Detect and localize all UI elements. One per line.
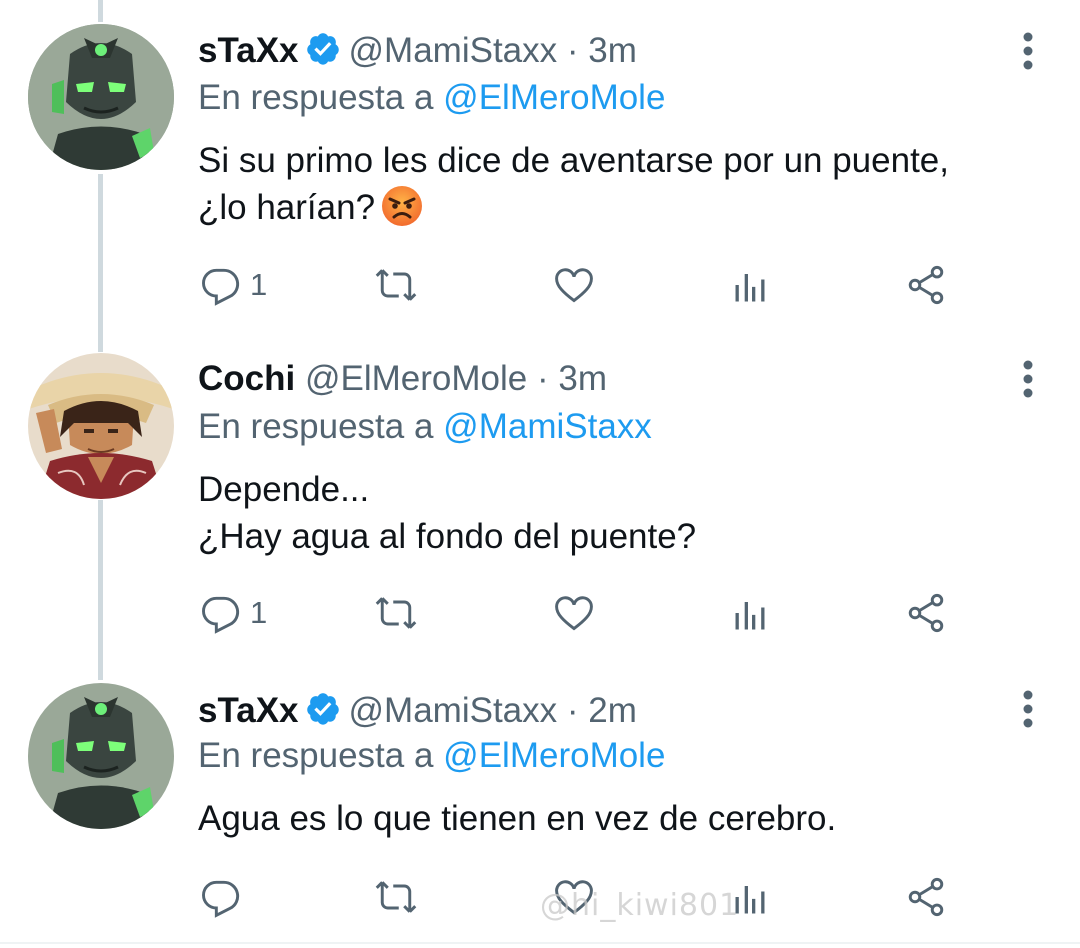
share-icon — [908, 593, 944, 633]
avatar-image — [28, 353, 174, 499]
more-options-icon[interactable] — [1020, 31, 1036, 71]
avatar[interactable] — [28, 353, 174, 499]
share-button[interactable] — [904, 872, 948, 922]
watermark-text: @hi_kiwi801 — [540, 888, 740, 923]
reply-mention-link[interactable]: @MamiStaxx — [443, 407, 652, 446]
angry-face-emoji-icon — [382, 186, 423, 226]
avatar-image — [28, 24, 174, 170]
more-options-icon[interactable] — [1020, 359, 1036, 399]
tweet-actions: 1 — [198, 260, 998, 310]
reply-icon — [202, 596, 240, 634]
retweet-icon — [375, 881, 417, 913]
avatar[interactable] — [28, 24, 174, 170]
reply-prefix: En respuesta a — [198, 736, 434, 775]
reply-prefix: En respuesta a — [198, 78, 434, 117]
reply-prefix: En respuesta a — [198, 407, 434, 446]
tweet-actions: 1 — [198, 588, 998, 638]
reply-mention-link[interactable]: @ElMeroMole — [443, 736, 665, 775]
thread-line — [98, 500, 103, 680]
reply-button[interactable]: 1 — [198, 260, 267, 310]
user-handle[interactable]: @MamiStaxx — [349, 31, 558, 70]
tweet-text-line: Agua es lo que tienen en vez de cerebro. — [198, 799, 837, 838]
share-icon — [908, 877, 944, 917]
heart-icon — [555, 268, 593, 303]
tweet-header: sTaXx @MamiStaxx · 2m — [198, 691, 637, 731]
verified-badge-icon — [306, 693, 339, 725]
reply-count: 1 — [250, 267, 268, 302]
share-icon — [908, 265, 944, 305]
reply-context: En respuesta a @ElMeroMole — [198, 78, 665, 118]
tweet-text: Depende... ¿Hay agua al fondo del puente… — [198, 466, 1058, 560]
tweet-text-line: Depende... — [198, 470, 370, 509]
analytics-icon — [735, 602, 765, 630]
share-button[interactable] — [904, 588, 948, 638]
tweet-header: Cochi @ElMeroMole · 3m — [198, 359, 607, 399]
tweet-header: sTaXx @MamiStaxx · 3m — [198, 31, 637, 71]
reply-button[interactable]: 1 — [198, 588, 267, 638]
reply-context: En respuesta a @ElMeroMole — [198, 736, 665, 776]
timestamp[interactable]: 3m — [588, 31, 637, 70]
analytics-button[interactable] — [728, 588, 772, 638]
more-options-icon[interactable] — [1020, 689, 1036, 729]
tweet-text: Si su primo les dice de aventarse por un… — [198, 137, 1058, 231]
avatar-image — [28, 683, 174, 829]
retweet-icon — [375, 269, 417, 301]
user-handle[interactable]: @MamiStaxx — [349, 691, 558, 730]
timestamp[interactable]: 2m — [588, 691, 637, 730]
timestamp[interactable]: 3m — [558, 359, 607, 398]
avatar[interactable] — [28, 683, 174, 829]
separator-dot: · — [566, 31, 579, 70]
retweet-button[interactable] — [374, 588, 418, 638]
analytics-icon — [735, 274, 765, 302]
tweet-text-line: Si su primo les dice de aventarse por un… — [198, 141, 949, 180]
like-button[interactable] — [552, 588, 596, 638]
tweet-text-line: ¿Hay agua al fondo del puente? — [198, 517, 697, 556]
heart-icon — [555, 596, 593, 631]
display-name[interactable]: sTaXx — [198, 691, 299, 730]
share-button[interactable] — [904, 260, 948, 310]
retweet-button[interactable] — [374, 260, 418, 310]
separator-dot: · — [536, 359, 549, 398]
display-name[interactable]: Cochi — [198, 359, 295, 398]
reply-context: En respuesta a @MamiStaxx — [198, 407, 652, 447]
user-handle[interactable]: @ElMeroMole — [305, 359, 527, 398]
reply-icon — [202, 268, 240, 306]
reply-count: 1 — [250, 595, 268, 630]
reply-icon — [202, 880, 240, 918]
verified-badge-icon — [306, 33, 339, 65]
analytics-button[interactable] — [728, 260, 772, 310]
tweet-text-line: ¿lo harían? — [198, 188, 376, 227]
bottom-divider — [0, 942, 1080, 944]
tweet[interactable]: sTaXx @MamiStaxx · 3m En respuesta a @ElM… — [0, 0, 1080, 330]
retweet-button[interactable] — [374, 872, 418, 922]
reply-button[interactable] — [198, 872, 250, 922]
reply-mention-link[interactable]: @ElMeroMole — [443, 78, 665, 117]
separator-dot: · — [566, 691, 579, 730]
like-button[interactable] — [552, 260, 596, 310]
display-name[interactable]: sTaXx — [198, 31, 299, 70]
retweet-icon — [375, 597, 417, 629]
tweet-text: Agua es lo que tienen en vez de cerebro. — [198, 795, 1058, 842]
